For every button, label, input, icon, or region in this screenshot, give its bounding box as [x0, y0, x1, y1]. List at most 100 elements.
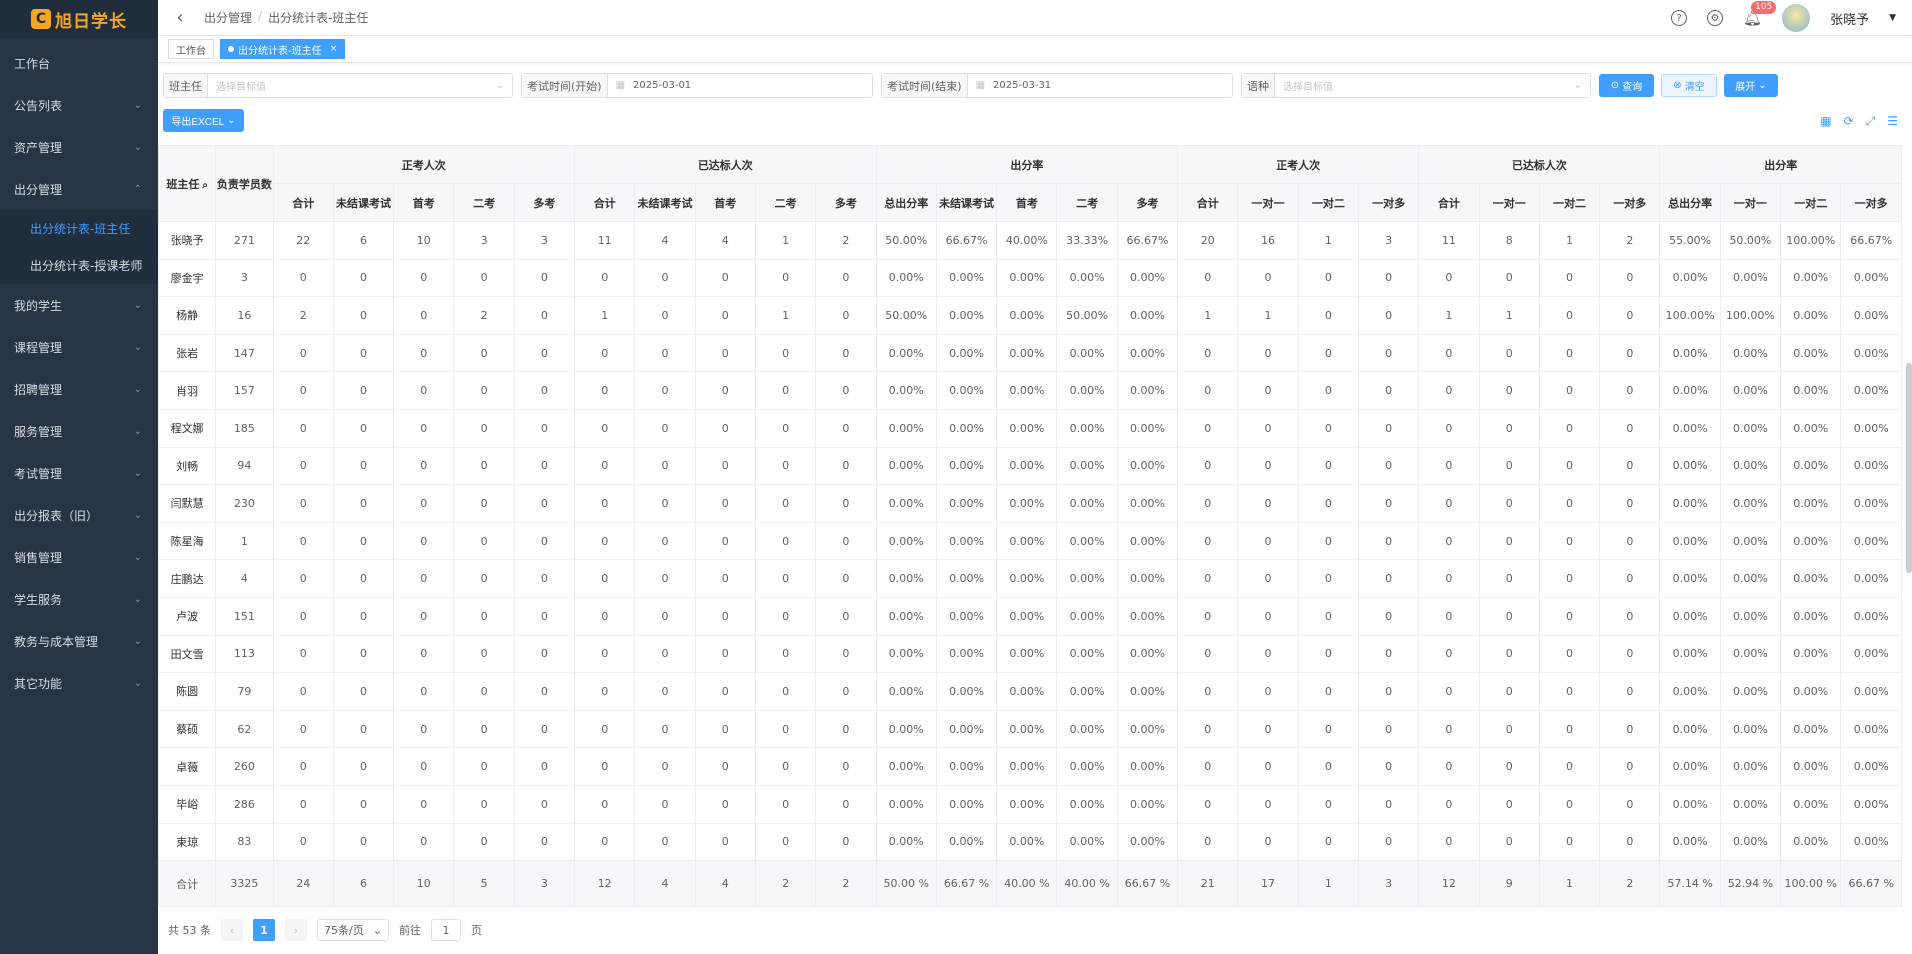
prev-page-button[interactable]: ‹: [221, 919, 243, 941]
table-row[interactable]: 杨静 16 2 0 0 2 0 1 0 0 1 0 50.00% 0.00% 0.00% 50.00% 0.00…: [158, 296, 1902, 335]
col-header[interactable]: 一对二: [1538, 183, 1601, 222]
table-cell: 0.00%: [875, 258, 937, 298]
sidebar-item[interactable]: 我的学生 ⌄: [0, 284, 158, 326]
column-settings-icon[interactable]: ☰: [1887, 114, 1898, 129]
start-date-input[interactable]: ▦ 2025-03-01: [608, 74, 872, 97]
table-row[interactable]: 卓薇 260 0 0 0 0 0 0 0 0 0 0 0.00% 0.00% 0.00% 0.00% 0.00%…: [158, 747, 1902, 786]
sidebar-subitem[interactable]: 出分统计表-授课老师: [0, 247, 158, 284]
tag-workbench[interactable]: 工作台: [168, 39, 214, 59]
bell-icon[interactable]: 🔔︎ 105: [1743, 1, 1777, 27]
avatar[interactable]: [1782, 4, 1811, 32]
col-header[interactable]: 合计: [1177, 183, 1239, 222]
col-header[interactable]: 一对多: [1357, 183, 1420, 222]
goto-page-input[interactable]: 1: [431, 919, 461, 941]
language-select[interactable]: 选择目标值 ⌄: [1275, 74, 1590, 97]
sidebar-item[interactable]: 学生服务 ⌄: [0, 578, 158, 620]
grid-icon[interactable]: ▦: [1820, 114, 1831, 129]
search-button[interactable]: ⊙ 查询: [1599, 74, 1654, 97]
col-header[interactable]: 未结课考试: [935, 183, 998, 222]
sidebar-item[interactable]: 出分报表（旧） ⌄: [0, 494, 158, 536]
col-header[interactable]: 多考: [815, 183, 877, 222]
table-row[interactable]: 廖金宇 3 0 0 0 0 0 0 0 0 0 0 0.00% 0.00% 0.00% 0.00% 0.00% 0…: [158, 258, 1902, 298]
table-row[interactable]: 陈星海 1 0 0 0 0 0 0 0 0 0 0 0.00% 0.00% 0.00% 0.00% 0.00% 0…: [158, 521, 1902, 561]
export-excel-button[interactable]: 导出EXCEL ⌄: [163, 109, 244, 132]
col-header-teacher[interactable]: 班主任 ⌕: [158, 145, 217, 222]
table-cell: 0.00%: [1056, 709, 1118, 749]
col-header[interactable]: 总出分率: [875, 183, 937, 222]
gear-icon[interactable]: ⚙: [1707, 10, 1724, 26]
col-header[interactable]: 首考: [694, 183, 756, 222]
user-name[interactable]: 张晓予: [1830, 9, 1869, 28]
teacher-select[interactable]: 选择目标值 ⌄: [208, 74, 512, 97]
col-header[interactable]: 总出分率: [1659, 183, 1721, 222]
sidebar-item[interactable]: 出分管理 ⌃: [0, 168, 158, 210]
col-header[interactable]: 二考: [453, 183, 515, 222]
table-cell: 0.00%: [935, 784, 998, 824]
sidebar-item[interactable]: 招聘管理 ⌄: [0, 368, 158, 410]
table-cell: 0.00%: [996, 258, 1058, 298]
chevron-down-icon[interactable]: ▼: [1889, 13, 1896, 23]
col-header[interactable]: 多考: [513, 183, 576, 222]
sidebar-item[interactable]: 销售管理 ⌄: [0, 536, 158, 578]
sidebar-item[interactable]: 服务管理 ⌄: [0, 410, 158, 452]
table-row[interactable]: 闫默慧 230 0 0 0 0 0 0 0 0 0 0 0.00% 0.00% 0.00% 0.00% 0.00…: [158, 484, 1902, 523]
col-header[interactable]: 二考: [754, 183, 817, 222]
table-row[interactable]: 陈圆 79 0 0 0 0 0 0 0 0 0 0 0.00% 0.00% 0.00% 0.00% 0.00% 0…: [158, 672, 1902, 711]
table-cell: 0: [694, 596, 756, 636]
col-header[interactable]: 一对多: [1599, 183, 1661, 222]
table-row[interactable]: 毕峪 286 0 0 0 0 0 0 0 0 0 0 0.00% 0.00% 0.00% 0.00% 0.00%…: [158, 784, 1902, 824]
stats-table-wrapper[interactable]: 班主任 ⌕ 负责学员数 正考人次 已达标人次 出分率 正考人次 已达标人次 出分率 合计 未结课考试…: [158, 145, 1912, 908]
sidebar-item[interactable]: 考试管理 ⌄: [0, 452, 158, 494]
sidebar-item[interactable]: 公告列表 ⌄: [0, 84, 158, 126]
tag-stats-teacher[interactable]: 出分统计表-班主任 ×: [220, 39, 346, 59]
table-row[interactable]: 肖羽 157 0 0 0 0 0 0 0 0 0 0 0.00% 0.00% 0.00% 0.00% 0.00%…: [158, 371, 1902, 410]
sidebar-item[interactable]: 其它功能 ⌄: [0, 662, 158, 704]
sidebar-item[interactable]: 工作台: [0, 42, 158, 84]
logo[interactable]: C 旭日学长: [0, 0, 158, 38]
end-date-input[interactable]: ▦ 2025-03-31: [968, 74, 1232, 97]
sidebar-item[interactable]: 资产管理 ⌄: [0, 126, 158, 168]
table-row[interactable]: 张晓予 271 22 6 10 3 3 11 4 4 1 2 50.00% 66.67% 40.00% 33.…: [158, 221, 1902, 260]
table-row[interactable]: 刘畅 94 0 0 0 0 0 0 0 0 0 0 0.00% 0.00% 0.00% 0.00% 0.00% 0…: [158, 446, 1902, 486]
table-row[interactable]: 庄鹏达 4 0 0 0 0 0 0 0 0 0 0 0.00% 0.00% 0.00% 0.00% 0.00% 0…: [158, 559, 1902, 598]
col-header[interactable]: 一对一: [1719, 183, 1782, 222]
col-header[interactable]: 未结课考试: [634, 183, 696, 222]
table-row[interactable]: 卢波 151 0 0 0 0 0 0 0 0 0 0 0.00% 0.00% 0.00% 0.00% 0.00%…: [158, 596, 1902, 636]
help-icon[interactable]: ?: [1671, 10, 1688, 26]
breadcrumb-item[interactable]: 出分管理: [204, 9, 252, 26]
page-size-select[interactable]: 75条/页 ⌄: [317, 919, 389, 941]
col-header[interactable]: 首考: [996, 183, 1058, 222]
clear-button[interactable]: ⊗ 清空: [1661, 74, 1717, 97]
fullscreen-icon[interactable]: ⤢: [1866, 114, 1876, 129]
table-row[interactable]: 田文雪 113 0 0 0 0 0 0 0 0 0 0 0.00% 0.00% 0.00% 0.00% 0.00…: [158, 634, 1902, 674]
col-header[interactable]: 一对二: [1297, 183, 1359, 222]
sidebar-item[interactable]: 课程管理 ⌄: [0, 326, 158, 368]
col-header[interactable]: 合计: [1418, 183, 1480, 222]
table-cell: 0.00%: [1719, 521, 1782, 561]
sidebar-item[interactable]: 教务与成本管理 ⌄: [0, 620, 158, 662]
col-header[interactable]: 一对二: [1780, 183, 1842, 222]
col-header[interactable]: 未结课考试: [332, 183, 395, 222]
close-icon[interactable]: ×: [330, 44, 338, 54]
sidebar-subitem[interactable]: 出分统计表-班主任: [0, 210, 158, 247]
vertical-scrollbar[interactable]: [1906, 363, 1912, 573]
search-icon[interactable]: ⌕: [202, 180, 208, 191]
table-row[interactable]: 程文娜 185 0 0 0 0 0 0 0 0 0 0 0.00% 0.00% 0.00% 0.00% 0.00…: [158, 408, 1902, 448]
table-row[interactable]: 蔡硕 62 0 0 0 0 0 0 0 0 0 0 0.00% 0.00% 0.00% 0.00% 0.00% 0…: [158, 709, 1902, 749]
page-number[interactable]: 1: [253, 919, 275, 941]
col-header[interactable]: 合计: [574, 183, 636, 222]
next-page-button[interactable]: ›: [285, 919, 307, 941]
col-header[interactable]: 一对多: [1840, 183, 1902, 222]
expand-button[interactable]: 展开 ⌄: [1724, 74, 1778, 97]
col-header[interactable]: 首考: [393, 183, 455, 222]
col-header[interactable]: 多考: [1116, 183, 1179, 222]
table-row[interactable]: 张岩 147 0 0 0 0 0 0 0 0 0 0 0.00% 0.00% 0.00% 0.00% 0.00%…: [158, 333, 1902, 373]
table-cell: 0: [453, 484, 515, 523]
col-header[interactable]: 一对一: [1478, 183, 1540, 222]
col-header[interactable]: 一对一: [1237, 183, 1299, 222]
back-arrow-icon[interactable]: ‹: [170, 7, 190, 28]
col-header[interactable]: 合计: [272, 183, 334, 222]
refresh-icon[interactable]: ⟳: [1844, 114, 1854, 129]
col-header[interactable]: 二考: [1056, 183, 1118, 222]
table-row[interactable]: 束琼 83 0 0 0 0 0 0 0 0 0 0 0.00% 0.00% 0.00% 0.00% 0.00% 0…: [158, 822, 1902, 862]
